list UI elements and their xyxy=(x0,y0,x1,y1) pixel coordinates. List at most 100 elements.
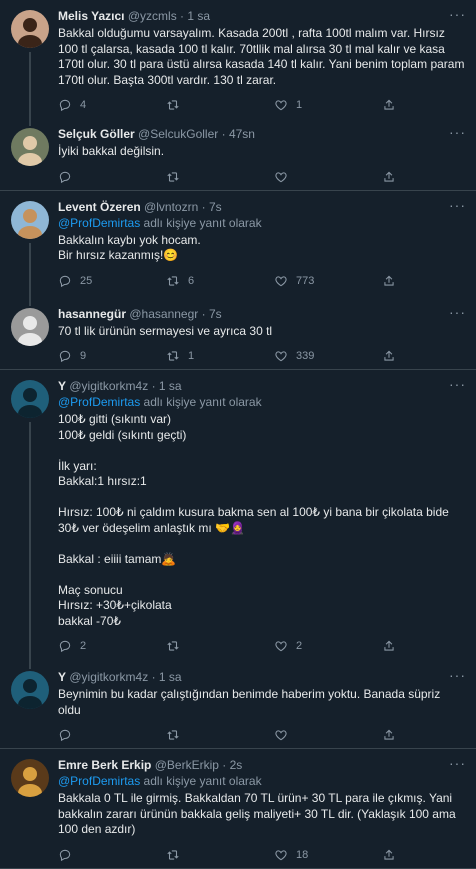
tweet[interactable]: ··· Y @yigitkorkm4z · 1 sa Beynimin bu k… xyxy=(0,661,476,749)
tweet-text: 100₺ gitti (sıkıntı var) 100₺ geldi (sık… xyxy=(58,412,449,628)
more-icon[interactable]: ··· xyxy=(449,197,466,213)
reply-context: @ProfDemirtas adlı kişiye yanıt olarak xyxy=(58,215,466,231)
separator-dot: · xyxy=(222,758,227,772)
share-button[interactable] xyxy=(382,848,404,862)
reply-button[interactable]: 2 xyxy=(58,639,166,653)
display-name[interactable]: hasannegür xyxy=(58,307,126,321)
like-count: 18 xyxy=(296,848,309,861)
tweet-actions xyxy=(58,722,466,748)
share-button[interactable] xyxy=(382,728,404,742)
timestamp[interactable]: 2s xyxy=(230,758,243,772)
like-button[interactable]: 18 xyxy=(274,848,382,862)
retweet-button[interactable] xyxy=(166,98,274,112)
avatar[interactable] xyxy=(11,10,49,48)
avatar[interactable] xyxy=(11,307,49,346)
timestamp[interactable]: 1 sa xyxy=(187,9,210,23)
avatar[interactable] xyxy=(11,759,49,797)
avatar[interactable] xyxy=(11,380,49,418)
user-handle[interactable]: @BerkErkip xyxy=(155,758,219,772)
retweet-icon xyxy=(167,641,179,651)
retweet-button[interactable] xyxy=(166,170,274,184)
tweet[interactable]: ··· Emre Berk Erkip @BerkErkip · 2s @Pro… xyxy=(0,749,476,869)
share-button[interactable] xyxy=(382,639,404,653)
tweet-header: Melis Yazıcı @yzcmls · 1 sa xyxy=(58,8,466,24)
retweet-button[interactable] xyxy=(166,728,274,742)
more-icon[interactable]: ··· xyxy=(449,6,466,22)
tweet-text: Bakkala 0 TL ile girmiş. Bakkaldan 70 TL… xyxy=(58,791,456,836)
display-name[interactable]: Emre Berk Erkip xyxy=(58,758,151,772)
reply-count: 9 xyxy=(80,350,87,362)
reply-button[interactable]: 25 xyxy=(58,274,166,288)
reply-button[interactable] xyxy=(58,728,166,742)
avatar[interactable] xyxy=(11,200,49,239)
thread-line xyxy=(29,52,31,126)
display-name[interactable]: Selçuk Göller xyxy=(58,127,135,141)
share-icon xyxy=(384,640,394,651)
like-icon xyxy=(275,100,287,111)
retweet-button[interactable] xyxy=(166,639,274,653)
reply-button[interactable]: 4 xyxy=(58,98,166,112)
share-button[interactable] xyxy=(382,349,404,363)
tweet-actions xyxy=(58,164,466,190)
like-button[interactable]: 2 xyxy=(274,639,382,653)
more-icon[interactable]: ··· xyxy=(449,755,466,771)
more-icon[interactable]: ··· xyxy=(449,124,466,140)
tweet-feed: ··· Melis Yazıcı @yzcmls · 1 sa Bakkal o… xyxy=(0,0,476,869)
avatar[interactable] xyxy=(11,128,49,166)
like-button[interactable] xyxy=(274,170,382,184)
share-button[interactable] xyxy=(382,274,404,288)
display-name[interactable]: Y xyxy=(58,670,66,684)
display-name[interactable]: Levent Özeren xyxy=(58,200,141,214)
like-icon xyxy=(275,849,287,860)
avatar[interactable] xyxy=(11,671,49,709)
like-icon xyxy=(275,730,287,741)
user-handle[interactable]: @yigitkorkm4z xyxy=(69,670,148,684)
display-name[interactable]: Y xyxy=(58,379,66,393)
share-icon xyxy=(384,99,394,110)
more-icon[interactable]: ··· xyxy=(449,376,466,392)
share-button[interactable] xyxy=(382,98,404,112)
retweet-button[interactable] xyxy=(166,848,274,862)
mention-link[interactable]: @ProfDemirtas xyxy=(58,774,140,788)
like-icon xyxy=(275,641,287,652)
share-button[interactable] xyxy=(382,170,404,184)
reply-button[interactable] xyxy=(58,848,166,862)
retweet-button[interactable]: 1 xyxy=(166,349,274,363)
tweet-actions: 25 6 773 xyxy=(58,268,466,294)
reply-button[interactable] xyxy=(58,170,166,184)
like-count: 1 xyxy=(296,99,303,111)
user-handle[interactable]: @hasannegr xyxy=(129,307,198,321)
like-button[interactable]: 1 xyxy=(274,98,382,112)
display-name[interactable]: Melis Yazıcı xyxy=(58,9,125,23)
share-icon xyxy=(384,275,394,286)
user-handle[interactable]: @lvntozrn xyxy=(144,200,198,214)
mention-link[interactable]: @ProfDemirtas xyxy=(58,216,140,230)
reply-button[interactable]: 9 xyxy=(58,349,166,363)
reply-count: 25 xyxy=(80,274,93,287)
tweet-header: Y @yigitkorkm4z · 1 sa xyxy=(58,669,466,685)
timestamp[interactable]: 7s xyxy=(209,307,222,321)
tweet[interactable]: ··· Melis Yazıcı @yzcmls · 1 sa Bakkal o… xyxy=(0,0,476,126)
like-button[interactable]: 339 xyxy=(274,349,382,363)
timestamp[interactable]: 7s xyxy=(209,200,222,214)
separator-dot: · xyxy=(151,670,156,684)
more-icon[interactable]: ··· xyxy=(449,667,466,683)
tweet[interactable]: ··· hasannegür @hasannegr · 7s 70 tl lik… xyxy=(0,297,476,370)
user-handle[interactable]: @yzcmls xyxy=(128,9,177,23)
like-button[interactable] xyxy=(274,728,382,742)
tweet-header: Emre Berk Erkip @BerkErkip · 2s xyxy=(58,757,466,773)
tweet[interactable]: ··· Levent Özeren @lvntozrn · 7s @ProfDe… xyxy=(0,191,476,306)
timestamp[interactable]: 47sn xyxy=(229,127,255,141)
user-handle[interactable]: @yigitkorkm4z xyxy=(69,379,148,393)
retweet-button[interactable]: 6 xyxy=(166,274,274,288)
timestamp[interactable]: 1 sa xyxy=(159,379,182,393)
like-button[interactable]: 773 xyxy=(274,274,382,288)
tweet-header: Selçuk Göller @SelcukGoller · 47sn xyxy=(58,126,466,142)
user-handle[interactable]: @SelcukGoller xyxy=(138,127,218,141)
timestamp[interactable]: 1 sa xyxy=(159,670,182,684)
retweet-count: 6 xyxy=(188,274,195,287)
tweet[interactable]: ··· Y @yigitkorkm4z · 1 sa @ProfDemirtas… xyxy=(0,370,476,669)
mention-link[interactable]: @ProfDemirtas xyxy=(58,395,140,409)
more-icon[interactable]: ··· xyxy=(449,304,466,320)
tweet[interactable]: ··· Selçuk Göller @SelcukGoller · 47sn İ… xyxy=(0,118,476,191)
